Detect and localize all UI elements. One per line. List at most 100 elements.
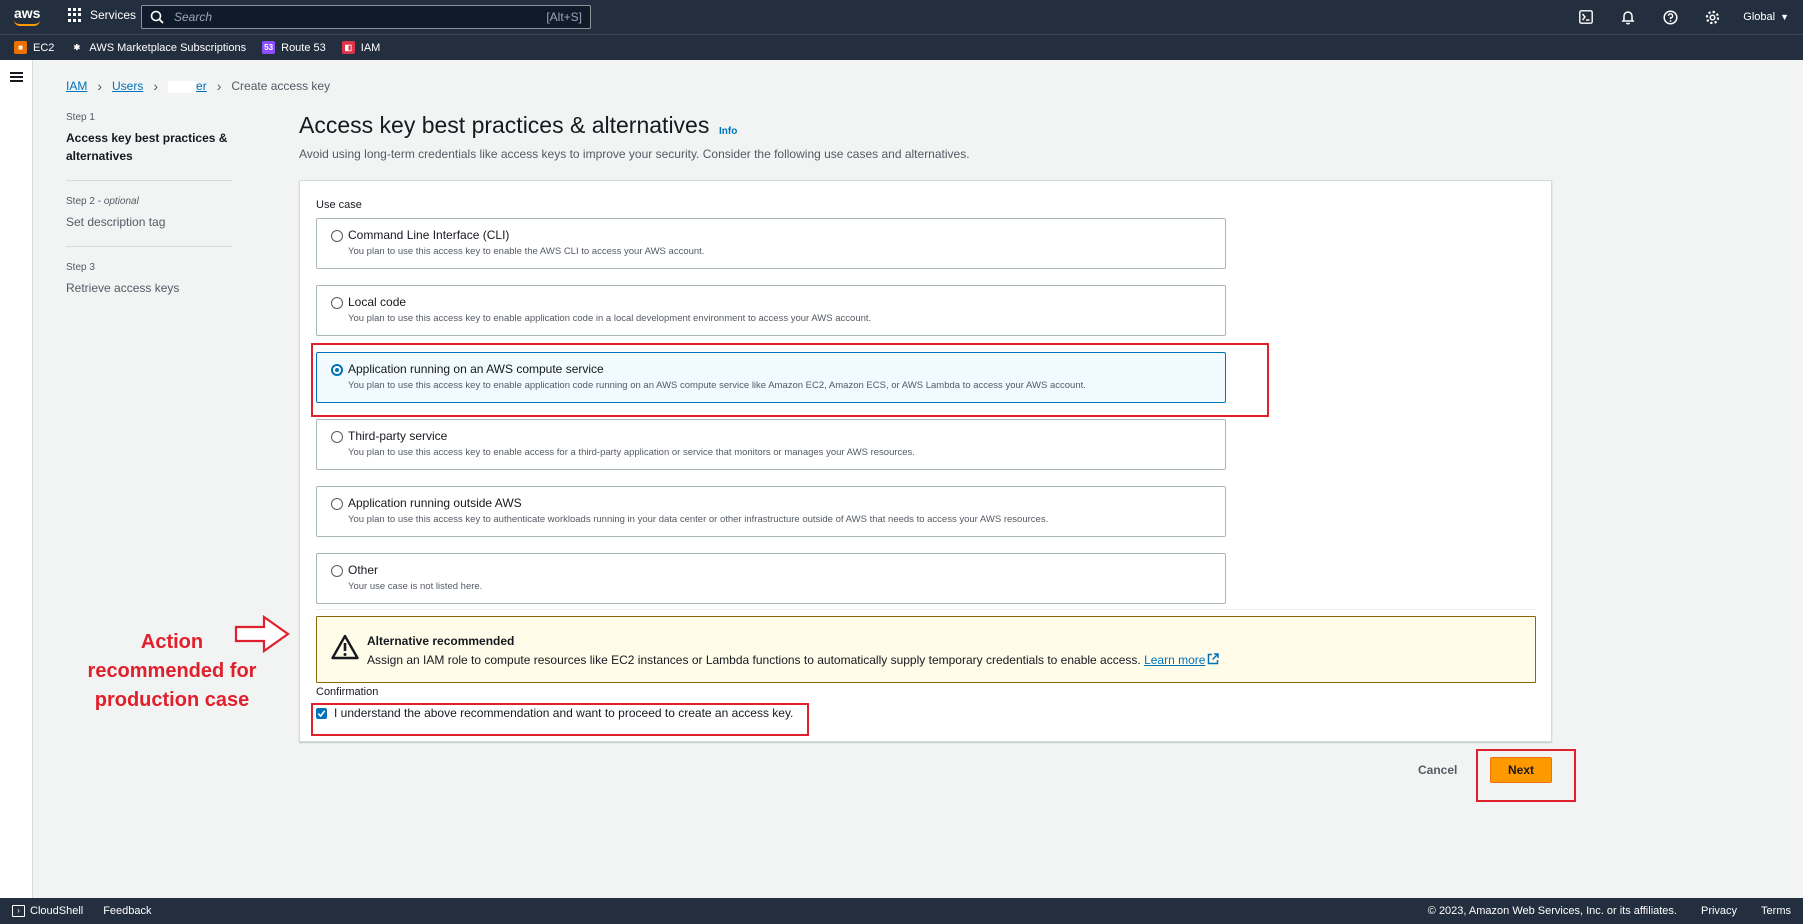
side-navigation-strip: [0, 60, 33, 898]
use-case-title: Other: [348, 563, 379, 577]
use-case-title: Application running outside AWS: [348, 496, 522, 510]
footer: › CloudShell Feedback © 2023, Amazon Web…: [0, 898, 1803, 924]
wizard-step-2[interactable]: Step 2 - optional Set description tag: [66, 196, 232, 247]
search-input[interactable]: [174, 10, 547, 24]
favorite-aws-marketplace-subscriptions[interactable]: ✱ AWS Marketplace Subscriptions: [70, 41, 246, 54]
service-icon: ■: [14, 41, 27, 54]
annotation-line-2: recommended for: [87, 660, 257, 682]
breadcrumb-user-suffix: er: [196, 79, 207, 93]
redacted-username: [168, 80, 197, 93]
service-icon: ◧: [341, 41, 355, 54]
wizard-steps: Step 1 Access key best practices & altern…: [66, 112, 232, 327]
service-icon: 53: [262, 41, 276, 54]
alert-title: Alternative recommended: [367, 634, 515, 648]
use-case-description: You plan to use this access key to enabl…: [348, 313, 872, 324]
aws-smile-icon: [14, 20, 40, 26]
use-case-label: Use case: [316, 199, 362, 211]
step-name: Access key best practices & alternatives: [66, 131, 228, 163]
use-case-description: Your use case is not listed here.: [348, 581, 483, 592]
search-shortcut-hint: [Alt+S]: [546, 10, 582, 24]
search-bar[interactable]: [Alt+S]: [141, 5, 591, 29]
region-selector[interactable]: Global ▼: [1743, 11, 1789, 23]
help-icon[interactable]: [1653, 0, 1687, 34]
notifications-bell-icon[interactable]: [1611, 0, 1645, 34]
annotation-line-3: production case: [94, 689, 250, 711]
step-number-text: Step 3: [66, 262, 95, 273]
use-case-option[interactable]: Other Your use case is not listed here.: [316, 553, 1226, 604]
radio-icon[interactable]: [331, 565, 343, 577]
step-number: Step 3: [66, 262, 232, 273]
cloudshell-icon: ›: [12, 905, 25, 917]
favorite-iam[interactable]: ◧ IAM: [341, 41, 381, 54]
favorites-bar: ■ EC2 ✱ AWS Marketplace Subscriptions 53 Rout…: [0, 34, 1803, 60]
terms-link[interactable]: Terms: [1761, 905, 1791, 917]
use-case-option[interactable]: Command Line Interface (CLI) You plan to …: [316, 218, 1226, 269]
chevron-right-icon: ›: [216, 78, 222, 94]
favorite-label: EC2: [33, 41, 55, 54]
use-case-option[interactable]: Local code You plan to use this access ke…: [316, 285, 1226, 336]
top-navigation: aws Services [Alt+S] Global ▼: [0, 0, 1803, 34]
search-icon: [150, 10, 164, 24]
confirmation-label: Confirmation: [316, 686, 379, 698]
annotation-arrow-icon: [234, 614, 290, 657]
radio-icon[interactable]: [331, 431, 343, 443]
menu-hamburger-icon[interactable]: [10, 72, 23, 83]
privacy-link[interactable]: Privacy: [1701, 905, 1737, 917]
copyright-text: © 2023, Amazon Web Services, Inc. or its…: [1427, 905, 1677, 917]
step-number: Step 2 - optional: [66, 196, 232, 207]
services-menu-button[interactable]: Services: [68, 8, 136, 22]
favorite-ec2[interactable]: ■ EC2: [14, 41, 54, 54]
breadcrumb-users-link[interactable]: Users: [112, 79, 143, 93]
annotation-box-selected-option: [311, 343, 1269, 417]
use-case-description: You plan to use this access key to authe…: [348, 514, 1049, 525]
nav-right-group: Global ▼: [1561, 0, 1789, 34]
service-icon: ✱: [70, 41, 84, 54]
wizard-step-1: Step 1 Access key best practices & altern…: [66, 112, 232, 181]
step-number-text: Step 2 -: [66, 196, 104, 207]
external-link-icon[interactable]: [1207, 653, 1220, 668]
use-case-title: Third-party service: [348, 429, 448, 443]
use-case-title: Command Line Interface (CLI): [348, 228, 510, 242]
breadcrumb-current: Create access key: [231, 79, 331, 93]
divider: [316, 609, 1536, 610]
feedback-button[interactable]: Feedback: [103, 905, 151, 917]
favorite-label: IAM: [360, 41, 381, 54]
step-number: Step 1: [66, 112, 232, 123]
learn-more-link[interactable]: Learn more: [1144, 653, 1205, 667]
region-label: Global: [1743, 11, 1776, 23]
use-case-description: You plan to use this access key to enabl…: [348, 246, 705, 257]
chevron-right-icon: ›: [97, 78, 103, 94]
footer-right: © 2023, Amazon Web Services, Inc. or its…: [1404, 898, 1791, 924]
breadcrumb-user-link[interactable]: er: [168, 79, 207, 93]
use-case-description: You plan to use this access key to enabl…: [348, 447, 915, 458]
radio-icon[interactable]: [331, 498, 343, 510]
cloudshell-button[interactable]: › CloudShell: [12, 905, 83, 917]
wizard-step-3[interactable]: Step 3 Retrieve access keys: [66, 262, 232, 312]
radio-icon[interactable]: [331, 230, 343, 242]
cloudshell-label: CloudShell: [30, 905, 84, 917]
favorite-route-53[interactable]: 53 Route 53: [262, 41, 326, 54]
warning-triangle-icon: [331, 634, 359, 660]
annotation-box-next: [1476, 749, 1576, 802]
step-name: Retrieve access keys: [66, 281, 180, 295]
aws-logo-text: aws: [14, 5, 41, 21]
favorite-label: AWS Marketplace Subscriptions: [89, 41, 247, 54]
use-case-title: Local code: [348, 295, 407, 309]
annotation-box-confirmation: [311, 703, 809, 736]
step-name: Set description tag: [66, 215, 166, 229]
alert-description: Assign an IAM role to compute resources …: [367, 653, 1220, 668]
use-case-option[interactable]: Third-party service You plan to use this …: [316, 419, 1226, 470]
aws-logo[interactable]: aws: [14, 6, 42, 28]
breadcrumb-iam-link[interactable]: IAM: [66, 79, 87, 93]
cancel-button[interactable]: Cancel: [1418, 758, 1457, 782]
cloudshell-icon[interactable]: [1569, 0, 1603, 34]
favorite-label: Route 53: [281, 41, 326, 54]
settings-gear-icon[interactable]: [1695, 0, 1729, 34]
step-optional-text: optional: [103, 196, 139, 207]
use-case-option[interactable]: Application running outside AWS You plan …: [316, 486, 1226, 537]
page-title: Access key best practices & alternatives: [299, 112, 710, 138]
radio-icon[interactable]: [331, 297, 343, 309]
feedback-label: Feedback: [103, 905, 152, 917]
info-link[interactable]: Info: [719, 126, 737, 137]
chevron-right-icon: ›: [153, 78, 159, 94]
